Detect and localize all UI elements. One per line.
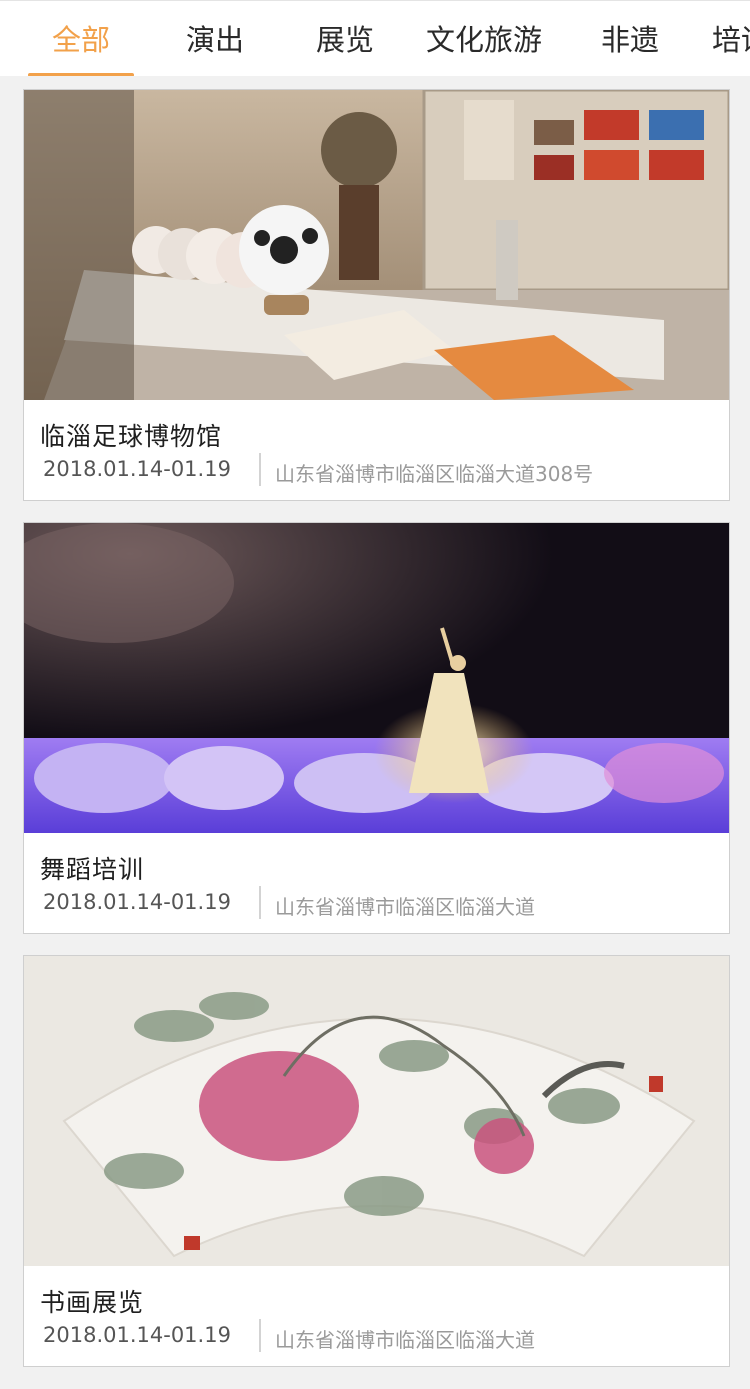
card-title: 书画展览 [40, 1288, 145, 1317]
divider [259, 1319, 261, 1352]
divider [259, 886, 261, 919]
card-address: 山东省淄博市临淄区临淄大道308号 [275, 462, 594, 486]
football-museum-photo [24, 90, 729, 400]
card-title: 临淄足球博物馆 [40, 422, 223, 451]
event-card[interactable]: 临淄足球博物馆 2018.01.14-01.19 山东省淄博市临淄区临淄大道30… [23, 89, 730, 501]
tab-culture-tourism[interactable]: 文化旅游 [420, 1, 548, 76]
card-date: 2018.01.14-01.19 [43, 1323, 231, 1347]
tab-performance[interactable]: 演出 [165, 1, 265, 76]
fan-painting-image [24, 956, 729, 1266]
card-date: 2018.01.14-01.19 [43, 457, 231, 481]
event-card[interactable]: 书画展览 2018.01.14-01.19 山东省淄博市临淄区临淄大道 [23, 955, 730, 1367]
event-card[interactable]: 舞蹈培训 2018.01.14-01.19 山东省淄博市临淄区临淄大道 [23, 522, 730, 934]
card-title: 舞蹈培训 [40, 855, 145, 884]
tab-all[interactable]: 全部 [28, 1, 134, 76]
category-tab-bar: 全部 演出 展览 文化旅游 非遗 培训 [0, 0, 750, 76]
card-date: 2018.01.14-01.19 [43, 890, 231, 914]
tab-training[interactable]: 培训 [712, 1, 750, 76]
card-address: 山东省淄博市临淄区临淄大道 [275, 1328, 535, 1352]
tab-intangible-heritage[interactable]: 非遗 [580, 1, 680, 76]
dance-performance-photo [24, 523, 729, 833]
divider [259, 453, 261, 486]
tab-exhibition[interactable]: 展览 [295, 1, 395, 76]
card-address: 山东省淄博市临淄区临淄大道 [275, 895, 535, 919]
active-tab-indicator [28, 73, 134, 76]
